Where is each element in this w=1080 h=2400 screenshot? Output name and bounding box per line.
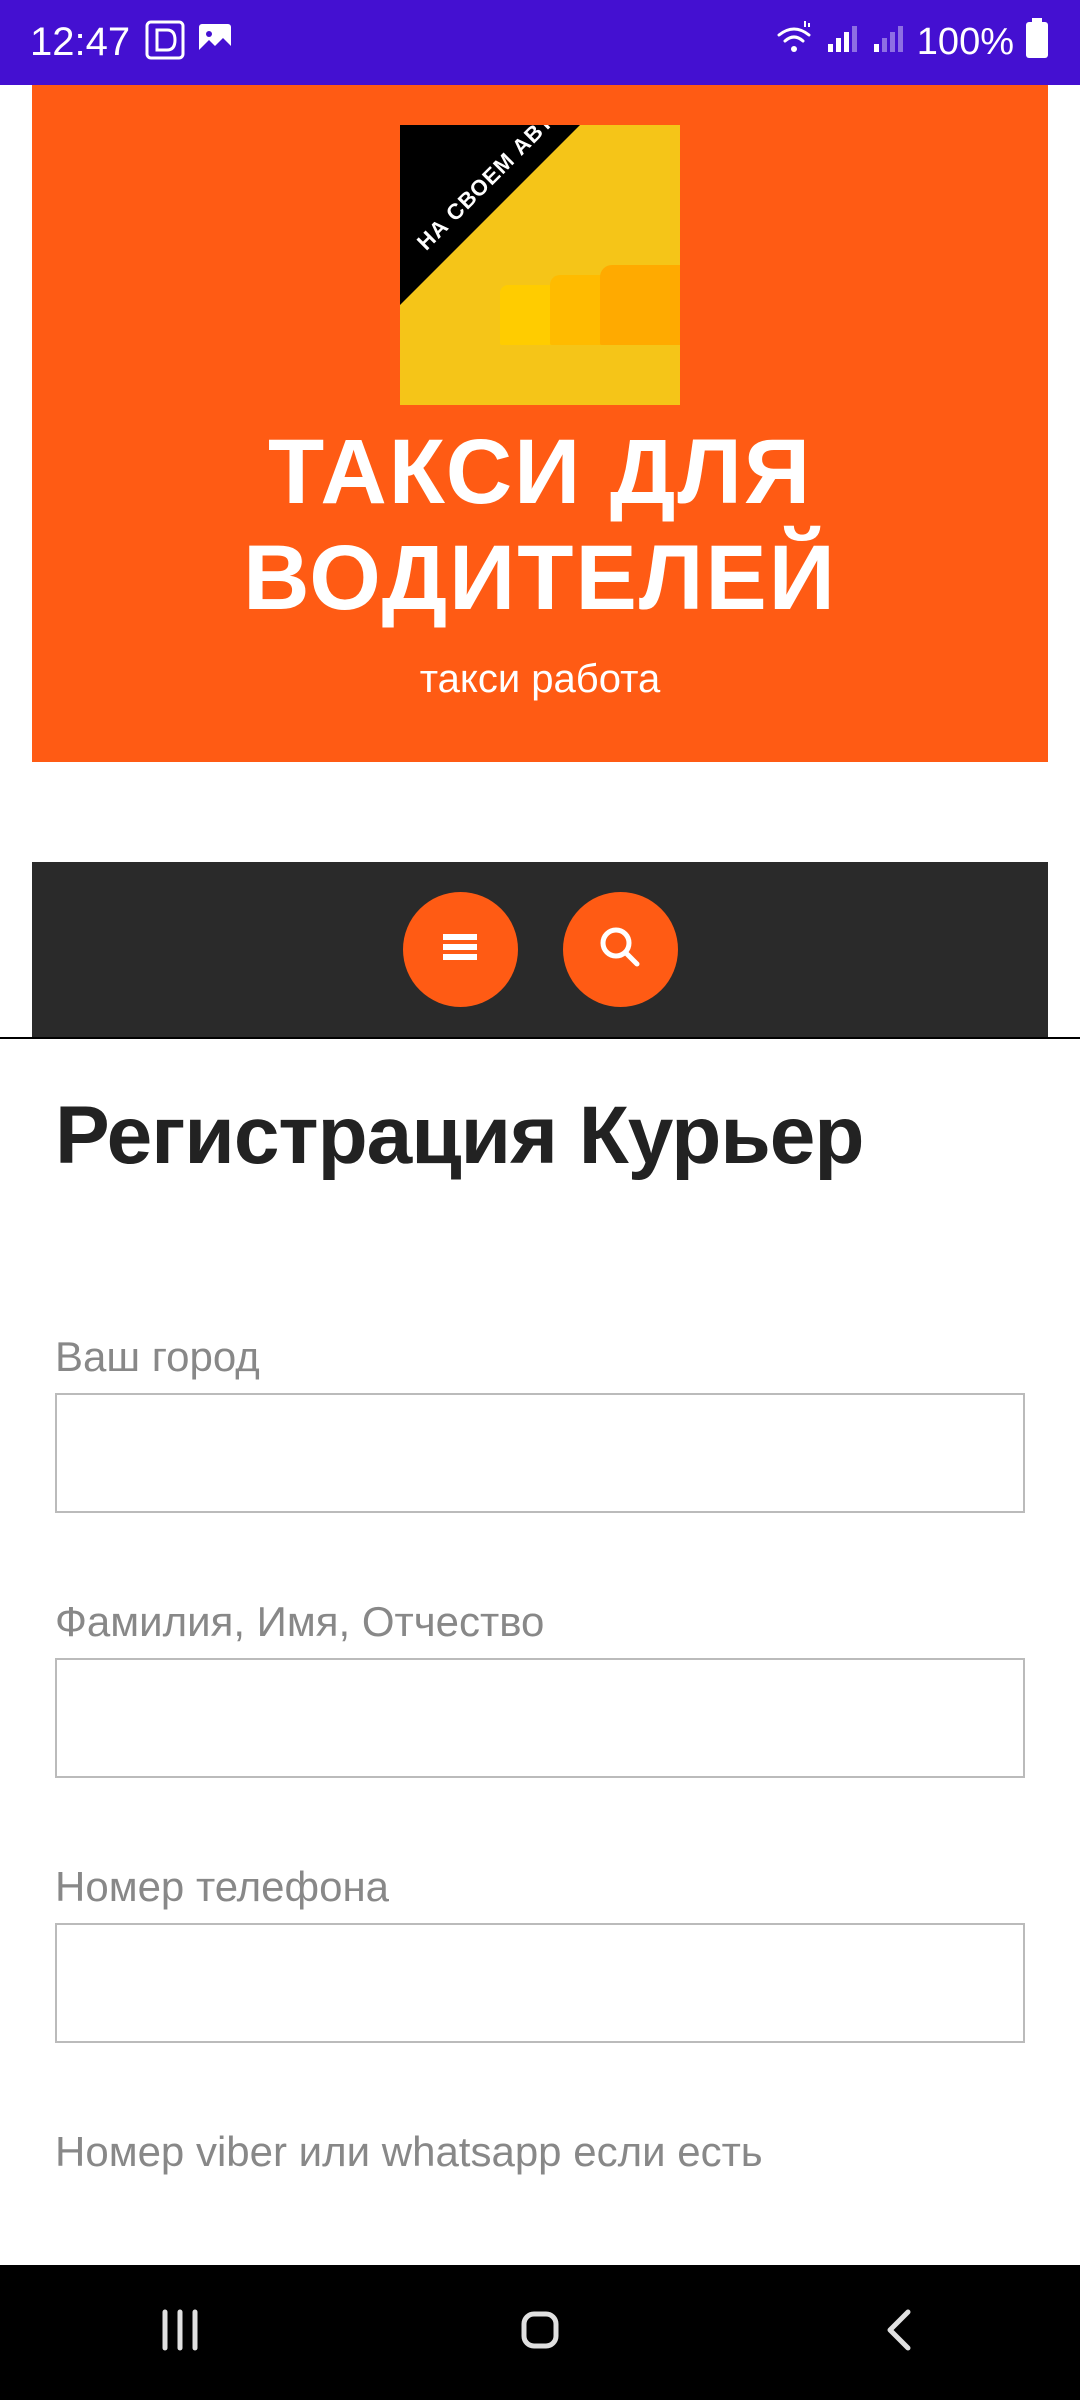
form-group-messenger: Номер viber или whatsapp если есть (55, 2128, 1025, 2176)
input-city[interactable] (55, 1393, 1025, 1513)
label-city: Ваш город (55, 1333, 1025, 1381)
form-group-fio: Фамилия, Имя, Отчество (55, 1598, 1025, 1778)
battery-icon (1024, 18, 1050, 68)
form-group-city: Ваш город (55, 1333, 1025, 1513)
label-messenger: Номер viber или whatsapp если есть (55, 2128, 1025, 2176)
form-section: Ваш город Фамилия, Имя, Отчество Номер т… (55, 1333, 1025, 2176)
page-title: Регистрация Курьер (55, 1089, 1025, 1183)
header-subtitle: такси работа (62, 657, 1018, 702)
home-button[interactable] (510, 2300, 570, 2365)
search-button[interactable] (563, 892, 678, 1007)
battery-text: 100% (917, 21, 1014, 64)
header-title: ТАКСИ ДЛЯ ВОДИТЕЛЕЙ (62, 420, 1018, 632)
wifi-icon (773, 17, 815, 69)
input-phone[interactable] (55, 1923, 1025, 2043)
nav-bar (32, 862, 1048, 1037)
back-button[interactable] (870, 2300, 930, 2365)
recent-apps-button[interactable] (150, 2300, 210, 2365)
header-banner: НА СВОЕМ АВТО ТАКСИ ДЛЯ ВОДИТЕЛЕЙ такси … (32, 85, 1048, 762)
status-bar: 12:47 100% (0, 0, 1080, 85)
signal-icon-1 (825, 20, 861, 66)
signal-icon-2 (871, 20, 907, 66)
gallery-icon (195, 20, 235, 65)
form-group-phone: Номер телефона (55, 1863, 1025, 2043)
input-fio[interactable] (55, 1658, 1025, 1778)
label-phone: Номер телефона (55, 1863, 1025, 1911)
search-icon (595, 922, 645, 977)
status-time: 12:47 (30, 20, 130, 65)
main-content: Регистрация Курьер Ваш город Фамилия, Им… (0, 1039, 1080, 2176)
menu-button[interactable] (403, 892, 518, 1007)
app-d-icon (145, 20, 185, 65)
hamburger-icon (435, 922, 485, 977)
logo-image: НА СВОЕМ АВТО (400, 125, 680, 405)
label-fio: Фамилия, Имя, Отчество (55, 1598, 1025, 1646)
status-right: 100% (773, 17, 1050, 69)
status-icons-left (145, 20, 235, 65)
content-wrapper: НА СВОЕМ АВТО ТАКСИ ДЛЯ ВОДИТЕЛЕЙ такси … (0, 85, 1080, 1037)
android-nav-bar (0, 2265, 1080, 2400)
status-left: 12:47 (30, 20, 235, 65)
